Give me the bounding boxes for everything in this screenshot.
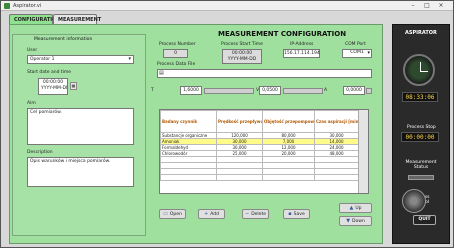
description-label: Description [27, 150, 53, 155]
v-value-field[interactable]: 0,0500 [259, 86, 281, 95]
ip-address-field[interactable]: 156.17.114.194 [283, 49, 320, 58]
column-header[interactable]: Badany czynnik [160, 110, 217, 133]
aspirator-title: ASPIRATOR [405, 30, 437, 36]
save-icon: ▪ [288, 211, 292, 217]
measurement-config-heading: MEASUREMENT CONFIGURATION [218, 30, 347, 38]
data-file-path[interactable]: ▤ [157, 69, 372, 78]
close-icon[interactable]: × [435, 2, 447, 10]
a-value-field[interactable]: 0,0000 [343, 86, 365, 95]
open-icon: ▭ [163, 211, 168, 217]
com-port-value: COM1 [350, 50, 364, 55]
process-start-label: Process Start Time [221, 42, 263, 47]
process-control-knob[interactable] [402, 189, 426, 213]
com-port-select[interactable]: COM1 ▾ [342, 49, 372, 58]
process-start-date: YYYY-MM-DD [227, 57, 257, 62]
start-datetime-field[interactable]: 00:00:00 YYYY-MM-DD [38, 78, 68, 95]
add-button[interactable]: + Add [198, 209, 225, 219]
arrow-up-icon: ▲ [349, 205, 354, 211]
quit-button[interactable]: QUIT [413, 215, 436, 225]
user-select[interactable]: Operator 1 ▾ [27, 55, 134, 64]
open-button[interactable]: ▭ Open [159, 209, 186, 219]
aim-label: Aim [27, 101, 36, 106]
user-value: Operator 1 [30, 57, 55, 62]
down-button[interactable]: ▼ Down [339, 216, 372, 226]
t-value-field[interactable]: 1,6000 [180, 86, 202, 95]
table-scrollbar[interactable] [358, 110, 368, 193]
analog-clock [403, 54, 435, 86]
measurement-status-label: Measurement Status [405, 160, 437, 170]
tab-measurement[interactable]: MEASUREMENT [53, 14, 101, 24]
process-stop-display: 00:00:00 [401, 132, 439, 142]
column-header[interactable]: Czas aspiracji [min] [314, 110, 359, 133]
up-button[interactable]: ▲ Up [339, 203, 372, 213]
app-icon [4, 3, 10, 9]
user-label: User [27, 48, 38, 53]
v-slider[interactable] [283, 88, 323, 94]
minimize-icon[interactable]: – [407, 2, 419, 10]
t-slider[interactable] [204, 88, 254, 94]
save-button[interactable]: ▪ Save [283, 209, 310, 219]
measurement-info-heading: Measurement information [34, 37, 93, 42]
table-row-empty[interactable] [160, 174, 359, 181]
start-datetime-label: Start date and time [27, 70, 72, 75]
process-stop-label: Process Stop [407, 125, 436, 130]
data-file-label: Process Data File [157, 62, 196, 67]
t-label: T [151, 88, 154, 93]
arrow-down-icon: ▼ [346, 218, 351, 224]
delete-icon: − [245, 211, 250, 217]
delete-button[interactable]: − Delete [242, 209, 269, 219]
chevron-down-icon: ▾ [367, 50, 370, 56]
column-header[interactable]: Prędkość przepływu gazu [l/h] [216, 110, 263, 133]
folder-icon[interactable]: ▤ [159, 70, 164, 76]
com-port-label: COM Port [345, 42, 366, 47]
description-textarea[interactable]: Opis warunków i miejsca pomiarów. [27, 157, 134, 187]
add-icon: + [204, 211, 209, 217]
chevron-down-icon: ▾ [128, 56, 131, 62]
status-indicator [408, 175, 434, 180]
process-number-label: Process Number [159, 42, 196, 47]
process-number-field: 0 [163, 49, 188, 58]
digital-clock: 08:33:06 [402, 92, 438, 102]
clock-hand-icon [420, 71, 428, 72]
aim-textarea[interactable]: Cel pomiarów. [27, 108, 134, 145]
a-label: A [324, 88, 328, 93]
maximize-icon[interactable]: □ [421, 2, 433, 10]
process-start-field: 00:00:00 YYYY-MM-DD [222, 49, 262, 64]
title-bar: Aspirator.vi – □ × [1, 1, 453, 11]
window-title: Aspirator.vi [13, 3, 42, 9]
a-slider[interactable] [366, 88, 372, 94]
calendar-icon[interactable]: ▦ [70, 82, 77, 90]
measurement-table: Badany czynnik Prędkość przepływu gazu [… [159, 109, 369, 194]
ip-address-label: IP-Address [290, 42, 314, 47]
column-header[interactable]: Objętość przepompowanego gazu [l] [262, 110, 315, 133]
start-date-value: YYYY-MM-DD [41, 86, 68, 91]
tab-configuration[interactable]: CONFIGURATION [9, 14, 61, 24]
